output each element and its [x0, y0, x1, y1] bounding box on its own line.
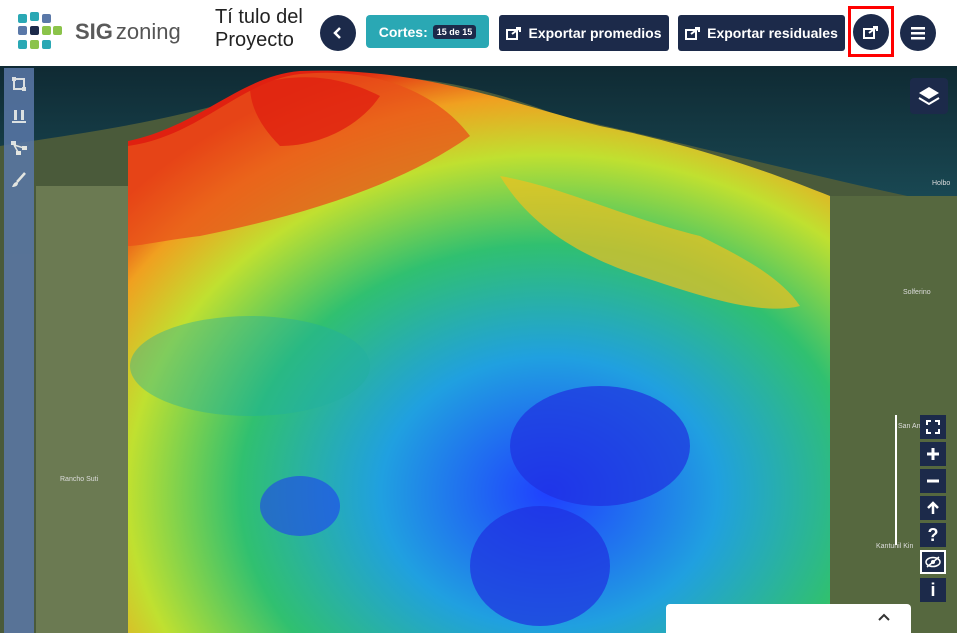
fullscreen-icon: [926, 420, 940, 434]
map-label: Solferino: [903, 289, 931, 296]
chevron-left-icon: [333, 27, 341, 39]
arrow-up-icon: [927, 501, 939, 514]
vials-icon: [12, 110, 26, 123]
layers-button[interactable]: [910, 78, 948, 114]
brand-name: SIG zoning: [75, 19, 181, 44]
menu-button[interactable]: [900, 15, 936, 51]
chevron-up-icon[interactable]: [877, 612, 891, 622]
map-canvas[interactable]: [0, 66, 957, 633]
north-button[interactable]: [920, 496, 946, 520]
fullscreen-button[interactable]: [920, 415, 946, 439]
visibility-toggle-button[interactable]: [920, 550, 946, 574]
highlight-box: [848, 6, 894, 57]
back-button[interactable]: [320, 15, 356, 51]
network-tool[interactable]: [4, 132, 34, 164]
export-icon: [506, 27, 522, 40]
cortes-label: Cortes:: [378, 23, 428, 40]
draw-polygon-tool[interactable]: [4, 68, 34, 100]
export-residuales-button[interactable]: Exportar residuales: [678, 15, 845, 51]
plus-icon: [927, 448, 939, 460]
left-toolbar: [4, 68, 34, 633]
export-promedios-label: Exportar promedios: [528, 25, 662, 41]
bottom-panel[interactable]: [666, 604, 911, 633]
sigzoning-logo-icon: [18, 12, 62, 49]
map-label: San An: [898, 423, 921, 430]
cortes-button[interactable]: Cortes: 15 de 15: [366, 15, 489, 48]
map-label: Rancho Suti: [60, 476, 99, 483]
brush-icon: [12, 172, 26, 187]
hamburger-icon: [911, 27, 925, 40]
zoom-in-button[interactable]: [920, 442, 946, 466]
scale-bar: [895, 415, 897, 545]
polygon-icon: [12, 77, 26, 91]
project-title: Tí tulo del Proyecto: [215, 6, 303, 51]
help-button[interactable]: ?: [920, 523, 946, 547]
map-label: Holbo: [932, 180, 951, 187]
sample-tool[interactable]: [4, 100, 34, 132]
info-button[interactable]: i: [920, 578, 946, 602]
eye-slash-icon: [925, 556, 941, 568]
layers-icon: [918, 87, 940, 106]
map-controls: ? i: [920, 415, 948, 605]
zoom-out-button[interactable]: [920, 469, 946, 493]
export-promedios-button[interactable]: Exportar promedios: [499, 15, 669, 51]
minus-icon: [927, 479, 939, 483]
export-icon: [685, 27, 701, 40]
cortes-badge: 15 de 15: [432, 24, 477, 39]
network-icon: [11, 141, 27, 155]
export-residuales-label: Exportar residuales: [707, 25, 838, 41]
app-header: SIG zoning Tí tulo del Proyecto Cortes: 1…: [0, 0, 957, 66]
map-view[interactable]: Holbo Solferino San An Kantunil Kin Ranc…: [0, 66, 957, 633]
paint-tool[interactable]: [4, 164, 34, 196]
